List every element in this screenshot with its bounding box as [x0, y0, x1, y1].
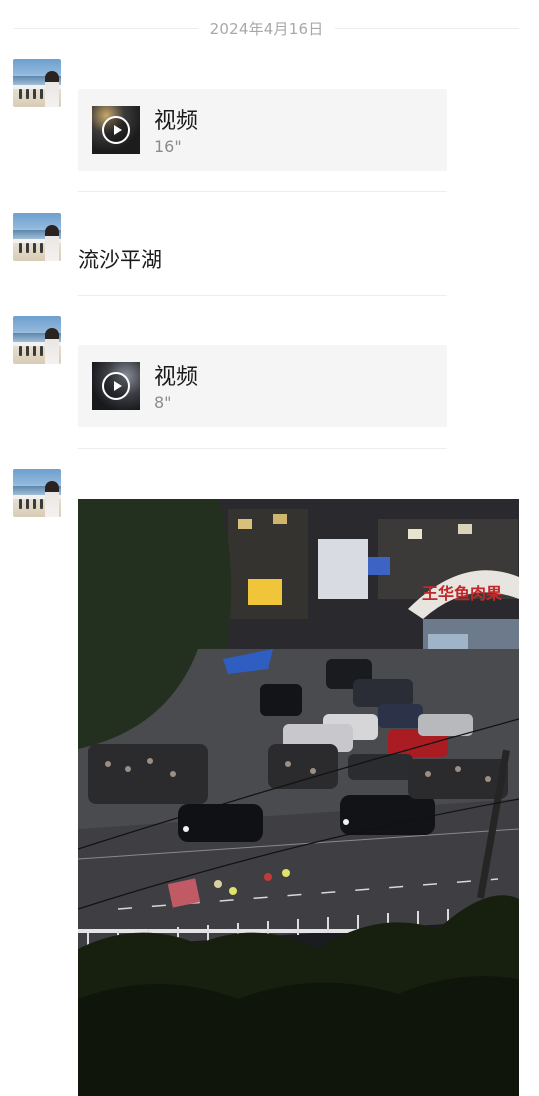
- avatar[interactable]: [13, 316, 61, 364]
- video-message-card[interactable]: 视频 16": [78, 89, 447, 171]
- arch-sign-text: 王华鱼肉果: [422, 584, 502, 603]
- avatar[interactable]: [13, 59, 61, 107]
- video-thumbnail: [92, 362, 140, 410]
- video-thumbnail: [92, 106, 140, 154]
- avatar[interactable]: [13, 213, 61, 261]
- text-message[interactable]: 流沙平湖: [78, 244, 162, 274]
- date-label: 2024年4月16日: [209, 19, 324, 38]
- play-icon: [102, 372, 130, 400]
- video-title: 视频: [154, 365, 199, 390]
- message-divider: [78, 448, 447, 449]
- separator-line-right: [335, 27, 519, 29]
- avatar[interactable]: [13, 469, 61, 517]
- image-message[interactable]: 王华鱼肉果: [78, 499, 519, 1096]
- message-divider: [78, 295, 447, 296]
- separator-line-left: [14, 27, 198, 29]
- video-message-card[interactable]: 视频 8": [78, 345, 447, 427]
- video-duration: 16": [154, 137, 182, 156]
- video-duration: 8": [154, 393, 172, 412]
- play-icon: [102, 116, 130, 144]
- night-street-photo: 王华鱼肉果: [78, 499, 519, 1096]
- date-separator: 2024年4月16日: [14, 14, 519, 42]
- message-divider: [78, 191, 447, 192]
- video-title: 视频: [154, 109, 199, 134]
